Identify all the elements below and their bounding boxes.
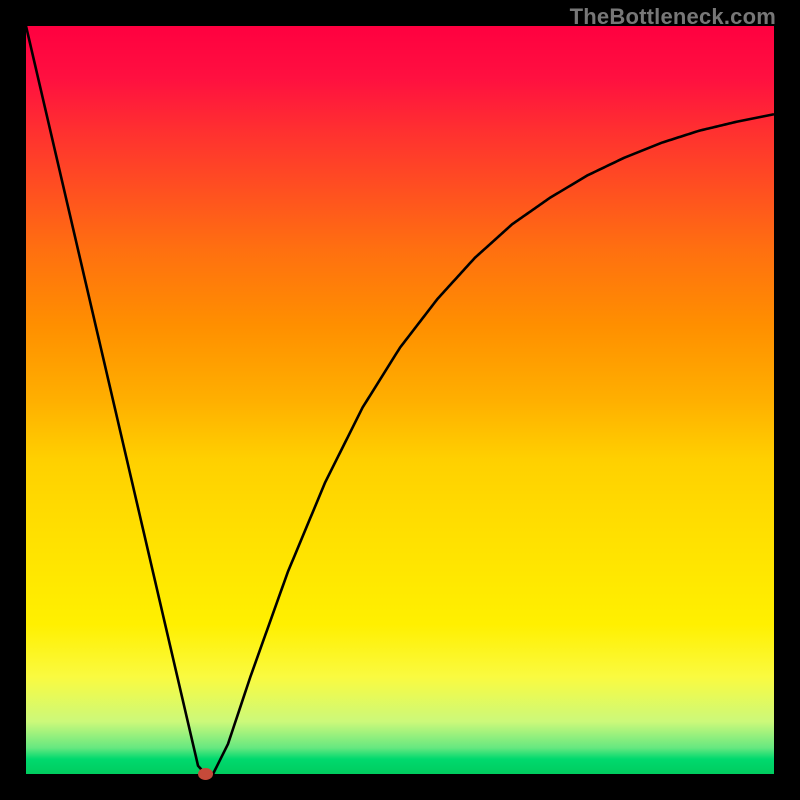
minimum-marker: [199, 769, 213, 780]
chart-frame: TheBottleneck.com: [0, 0, 800, 800]
chart-canvas: [26, 26, 774, 774]
bottleneck-curve: [26, 26, 774, 774]
plot-area: [26, 26, 774, 774]
